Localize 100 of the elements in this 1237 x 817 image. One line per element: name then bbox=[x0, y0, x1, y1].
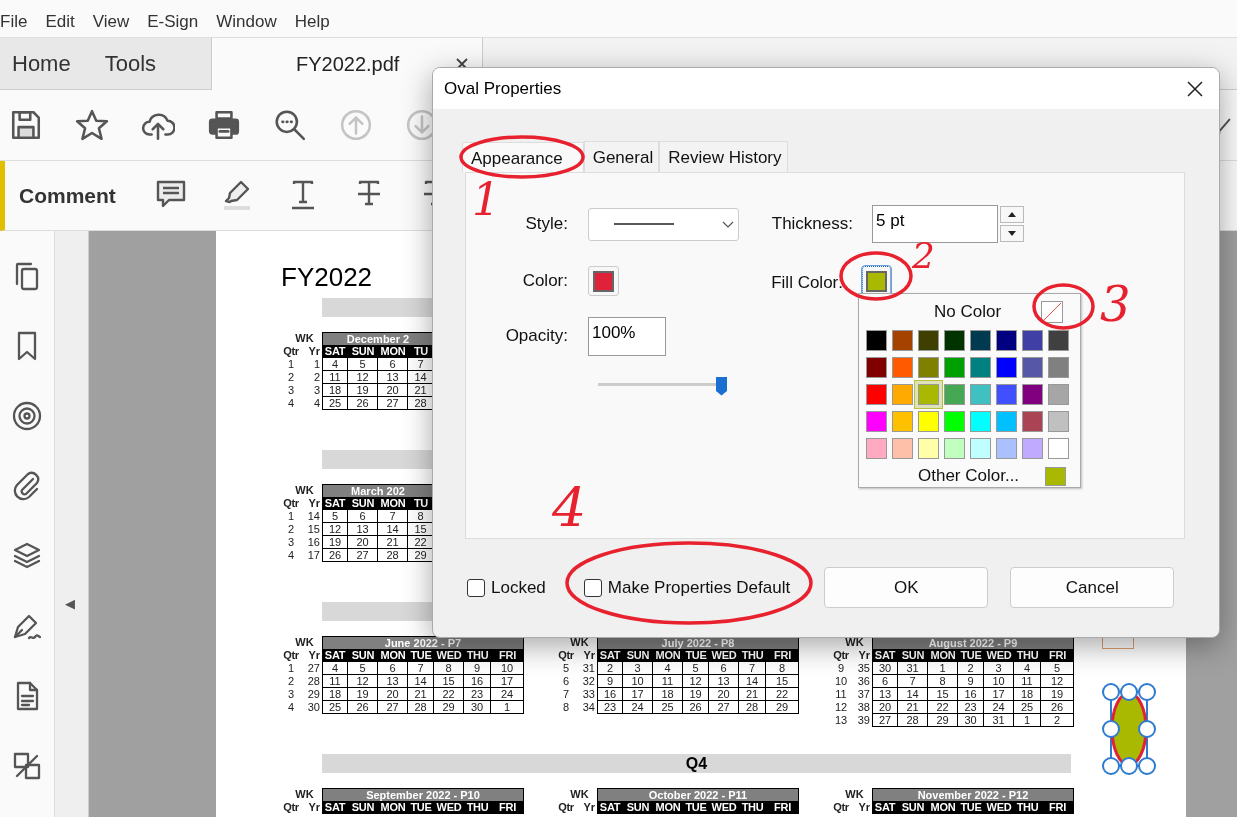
color-swatch[interactable] bbox=[866, 384, 887, 405]
close-icon[interactable] bbox=[1187, 80, 1203, 97]
color-swatch[interactable] bbox=[996, 411, 1017, 432]
dialog-tab[interactable]: General bbox=[583, 141, 660, 172]
week-number: 6 bbox=[561, 675, 571, 688]
color-swatch[interactable] bbox=[918, 411, 939, 432]
compare-icon[interactable] bbox=[11, 750, 43, 782]
color-swatch[interactable] bbox=[996, 438, 1017, 459]
dialog-tab[interactable]: Review History bbox=[659, 141, 788, 172]
color-swatch[interactable] bbox=[1022, 357, 1043, 378]
color-swatch[interactable] bbox=[1048, 384, 1069, 405]
day-cell: 27 bbox=[378, 701, 408, 714]
oval-annotation[interactable] bbox=[1100, 683, 1158, 775]
color-swatch[interactable] bbox=[1022, 438, 1043, 459]
save-icon[interactable] bbox=[9, 108, 43, 142]
color-swatch[interactable] bbox=[1048, 357, 1069, 378]
color-swatch[interactable] bbox=[944, 411, 965, 432]
color-swatch[interactable] bbox=[1048, 438, 1069, 459]
spin-down-button[interactable] bbox=[1000, 225, 1024, 242]
checkbox-label[interactable]: Locked bbox=[491, 577, 546, 598]
menu-item[interactable]: Window bbox=[216, 11, 277, 32]
color-swatch[interactable] bbox=[944, 330, 965, 351]
collapse-arrow[interactable]: ◀ bbox=[65, 596, 75, 611]
week-number: 3 bbox=[286, 688, 296, 701]
day-cell: 21 bbox=[408, 688, 434, 701]
column-label: Yr bbox=[307, 801, 321, 814]
color-swatch[interactable] bbox=[892, 411, 913, 432]
color-swatch[interactable] bbox=[892, 330, 913, 351]
week-number: 2 bbox=[286, 371, 296, 384]
opacity-field[interactable]: 100% bbox=[588, 316, 666, 356]
color-swatch[interactable] bbox=[1048, 411, 1069, 432]
color-swatch[interactable] bbox=[918, 330, 939, 351]
color-swatch[interactable] bbox=[970, 411, 991, 432]
color-swatch[interactable] bbox=[866, 411, 887, 432]
weekday-header: SUN bbox=[898, 801, 928, 814]
day-cell: 15 bbox=[434, 675, 464, 688]
column-label: Qtr bbox=[832, 801, 850, 814]
nav-tab[interactable]: Tools bbox=[104, 50, 157, 77]
spin-up-button[interactable] bbox=[1000, 206, 1024, 223]
weekday-header: TUE bbox=[683, 801, 709, 814]
custom-color-swatch[interactable] bbox=[1045, 466, 1067, 486]
color-swatch[interactable] bbox=[944, 438, 965, 459]
day-cell: 21 bbox=[898, 701, 928, 714]
color-swatch[interactable] bbox=[866, 438, 887, 459]
color-swatch[interactable] bbox=[866, 330, 887, 351]
thickness-field[interactable]: 5 pt bbox=[872, 205, 998, 243]
day-cell: 14 bbox=[898, 688, 928, 701]
day-cell: 19 bbox=[348, 384, 378, 397]
no-color-swatch[interactable] bbox=[1041, 301, 1064, 323]
dialog-button[interactable]: Cancel bbox=[1010, 567, 1175, 608]
color-swatch[interactable] bbox=[996, 330, 1017, 351]
day-cell: 19 bbox=[322, 536, 348, 549]
handwritten-number: 4 bbox=[552, 482, 587, 536]
target-icon[interactable] bbox=[11, 400, 43, 432]
menu-item[interactable]: E-Sign bbox=[147, 11, 199, 32]
color-swatch[interactable] bbox=[1022, 411, 1043, 432]
menu-item[interactable]: View bbox=[92, 11, 130, 32]
printer-icon[interactable] bbox=[207, 108, 241, 142]
day-cell: 20 bbox=[709, 688, 739, 701]
day-cell: 12 bbox=[1041, 675, 1074, 688]
color-swatch[interactable] bbox=[1022, 384, 1043, 405]
day-cell: 27 bbox=[348, 549, 378, 562]
day-cell: 9 bbox=[597, 675, 623, 688]
color-swatch[interactable] bbox=[944, 357, 965, 378]
color-swatch[interactable] bbox=[970, 384, 991, 405]
style-dropdown[interactable] bbox=[588, 207, 739, 241]
other-color-link[interactable]: Other Color... bbox=[918, 466, 1020, 486]
day-cell: 27 bbox=[378, 397, 408, 410]
color-swatch[interactable] bbox=[892, 357, 913, 378]
color-swatch[interactable] bbox=[996, 384, 1017, 405]
color-swatch[interactable] bbox=[1048, 330, 1069, 351]
color-swatch[interactable] bbox=[996, 357, 1017, 378]
menu-item[interactable]: Edit bbox=[45, 11, 75, 32]
checkbox[interactable] bbox=[467, 578, 485, 597]
star-icon[interactable] bbox=[75, 108, 109, 142]
color-swatch[interactable] bbox=[892, 438, 913, 459]
color-swatch[interactable] bbox=[970, 438, 991, 459]
color-swatch[interactable] bbox=[970, 357, 991, 378]
checkbox[interactable] bbox=[583, 578, 602, 597]
color-swatch[interactable] bbox=[918, 357, 939, 378]
calendar-title: June 2022 - P7 bbox=[322, 636, 524, 649]
dialog-button[interactable]: OK bbox=[824, 567, 989, 608]
color-swatch[interactable] bbox=[1022, 330, 1043, 351]
color-swatch[interactable] bbox=[892, 384, 913, 405]
menu-item[interactable]: Help bbox=[294, 11, 330, 32]
checkbox-label[interactable]: Make Properties Default bbox=[607, 577, 791, 598]
day-cell: 17 bbox=[623, 688, 653, 701]
nav-tab[interactable]: Home bbox=[12, 50, 71, 77]
weekday-header: TU bbox=[408, 497, 434, 510]
color-swatch[interactable] bbox=[866, 357, 887, 378]
color-swatch[interactable] bbox=[944, 384, 965, 405]
week-number: 1 bbox=[286, 510, 296, 523]
color-swatch[interactable] bbox=[970, 330, 991, 351]
day-cell: 6 bbox=[709, 662, 739, 675]
day-cell: 1 bbox=[1014, 714, 1041, 727]
slider-thumb[interactable] bbox=[715, 376, 728, 396]
menu-item[interactable]: File bbox=[0, 11, 28, 32]
calendar-title: October 2022 - P11 bbox=[597, 788, 799, 801]
search-icon[interactable] bbox=[273, 108, 307, 142]
color-swatch[interactable] bbox=[918, 438, 939, 459]
